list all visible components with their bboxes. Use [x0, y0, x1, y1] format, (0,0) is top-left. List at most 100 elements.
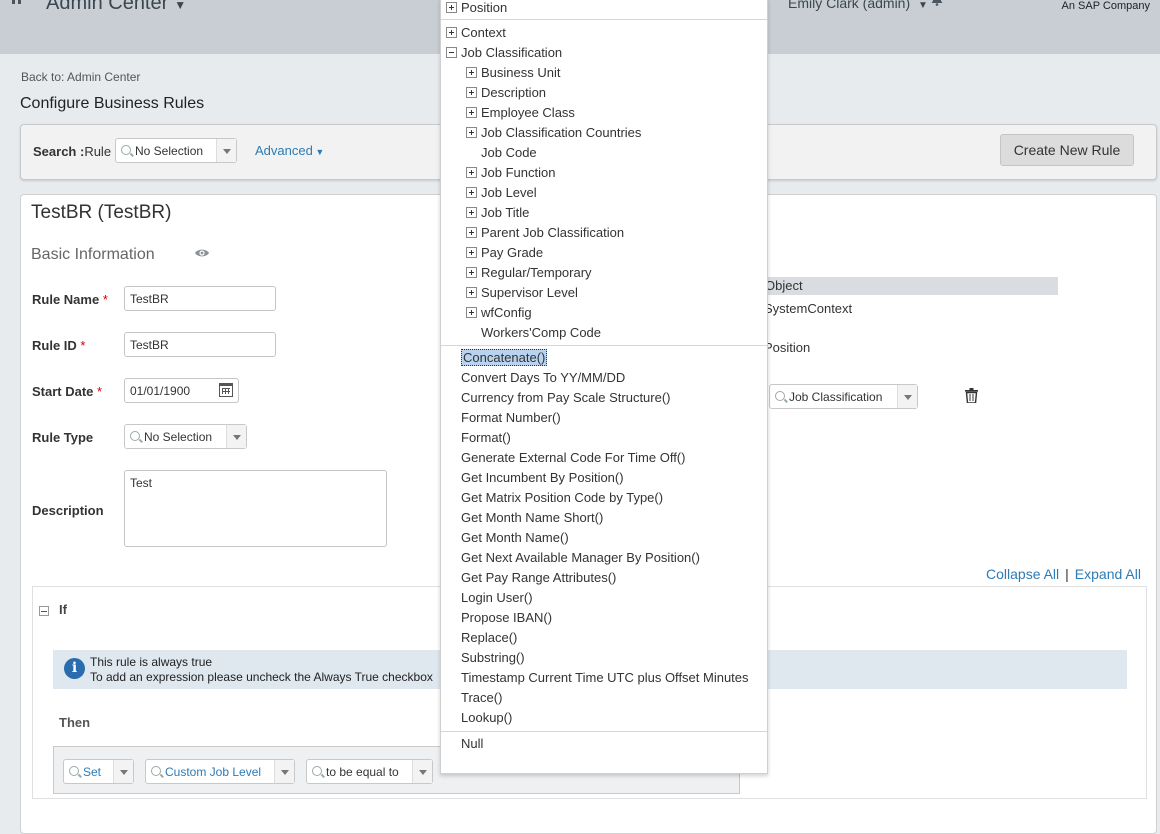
expand-icon[interactable]	[466, 207, 477, 218]
collapse-expand-links: Collapse All | Expand All	[986, 566, 1141, 582]
value-dropdown[interactable]: Position Context Job Classification Busi…	[440, 0, 768, 774]
rule-search-combo[interactable]: No Selection	[115, 138, 237, 163]
expand-icon[interactable]	[466, 247, 477, 258]
function-option[interactable]: Concatenate()	[461, 349, 548, 369]
bell-icon[interactable]	[930, 0, 944, 6]
rule-name-input[interactable]: TestBR	[124, 286, 276, 311]
expand-icon[interactable]	[466, 267, 477, 278]
expand-icon[interactable]	[466, 127, 477, 138]
expand-icon[interactable]	[466, 107, 477, 118]
function-option[interactable]: Generate External Code For Time Off()	[461, 449, 685, 469]
function-label: Get Incumbent By Position()	[461, 470, 624, 485]
chevron-down-icon[interactable]	[113, 760, 133, 783]
chevron-down-icon[interactable]	[216, 139, 236, 162]
tree-item-label: Business Unit	[481, 65, 561, 80]
link-separator: |	[1065, 566, 1069, 582]
expand-all-link[interactable]: Expand All	[1075, 566, 1141, 582]
advanced-link[interactable]: Advanced ▼	[255, 143, 324, 158]
expand-icon[interactable]	[466, 227, 477, 238]
function-option[interactable]: Login User()	[461, 589, 533, 609]
breadcrumb[interactable]: Back to: Admin Center	[21, 70, 140, 84]
create-new-rule-button[interactable]: Create New Rule	[1000, 134, 1134, 166]
function-label: Get Month Name Short()	[461, 510, 604, 525]
search-icon	[69, 766, 79, 776]
search-label: Search :Rule	[33, 144, 111, 159]
collapse-icon[interactable]	[39, 606, 49, 616]
required-mark: *	[80, 338, 86, 353]
info-line-2: To add an expression please uncheck the …	[90, 670, 433, 684]
function-option[interactable]: Trace()	[461, 689, 502, 709]
tree-item[interactable]: Job Title	[466, 204, 529, 224]
expand-icon[interactable]	[466, 167, 477, 178]
tree-item-job-classification[interactable]: Job Classification	[446, 44, 562, 64]
tree-item[interactable]: Workers'Comp Code	[466, 324, 601, 344]
expand-icon[interactable]	[446, 2, 457, 13]
expand-icon[interactable]	[466, 307, 477, 318]
tree-item-label: Job Level	[481, 185, 537, 200]
function-option[interactable]: Get Month Name()	[461, 529, 569, 549]
tree-item[interactable]: Regular/Temporary	[466, 264, 592, 284]
null-option[interactable]: Null	[461, 735, 483, 755]
chevron-down-icon[interactable]	[412, 760, 432, 783]
tree-item-position[interactable]: Position	[446, 0, 507, 19]
job-classification-combo[interactable]: Job Classification	[769, 384, 918, 409]
expand-icon[interactable]	[466, 187, 477, 198]
function-option[interactable]: Get Matrix Position Code by Type()	[461, 489, 663, 509]
tree-item-label: Job Function	[481, 165, 556, 180]
function-option[interactable]: Timestamp Current Time UTC plus Offset M…	[461, 669, 749, 689]
tree-item[interactable]: Job Function	[466, 164, 555, 184]
rule-search-value: No Selection	[135, 144, 204, 158]
expand-icon[interactable]	[466, 87, 477, 98]
tree-item[interactable]: Supervisor Level	[466, 284, 578, 304]
function-option[interactable]: Get Incumbent By Position()	[461, 469, 624, 489]
tree-item[interactable]: Employee Class	[466, 104, 575, 124]
chevron-down-icon[interactable]	[274, 760, 294, 783]
tree-item[interactable]: Job Classification Countries	[466, 124, 641, 144]
function-option[interactable]: Currency from Pay Scale Structure()	[461, 389, 671, 409]
function-option[interactable]: Get Next Available Manager By Position()	[461, 549, 700, 569]
user-menu[interactable]: Emily Clark (admin) ▼	[788, 0, 928, 11]
menu-icon[interactable]	[12, 0, 26, 6]
function-option[interactable]: Get Month Name Short()	[461, 509, 603, 529]
description-textarea[interactable]: Test	[124, 470, 387, 547]
expand-icon[interactable]	[466, 287, 477, 298]
function-option[interactable]: Lookup()	[461, 709, 512, 729]
eye-icon[interactable]	[194, 247, 210, 259]
expand-icon[interactable]	[466, 67, 477, 78]
expand-icon[interactable]	[446, 27, 457, 38]
collapse-all-link[interactable]: Collapse All	[986, 566, 1059, 582]
function-option[interactable]: Get Pay Range Attributes()	[461, 569, 616, 589]
chevron-down-icon[interactable]	[226, 425, 246, 448]
tree-item[interactable]: Parent Job Classification	[466, 224, 624, 244]
then-label: Then	[59, 715, 91, 730]
rule-type-combo[interactable]: No Selection	[124, 424, 247, 449]
chevron-down-icon[interactable]	[897, 385, 917, 408]
function-option[interactable]: Propose IBAN()	[461, 609, 552, 629]
tree-item[interactable]: Business Unit	[466, 64, 560, 84]
tree-item[interactable]: Job Code	[466, 144, 537, 164]
tree-item[interactable]: Description	[466, 84, 546, 104]
tree-item[interactable]: Pay Grade	[466, 244, 543, 264]
function-label: Convert Days To YY/MM/DD	[461, 370, 626, 385]
action-combo[interactable]: Set	[63, 759, 134, 784]
tree-item-context[interactable]: Context	[446, 24, 506, 44]
function-label: Lookup()	[461, 710, 513, 725]
function-option[interactable]: Format Number()	[461, 409, 561, 429]
calendar-icon[interactable]	[219, 383, 233, 397]
tree-item[interactable]: wfConfig	[466, 304, 532, 324]
operator-combo[interactable]: to be equal to	[306, 759, 433, 784]
function-option[interactable]: Format()	[461, 429, 511, 449]
tree-item-label: Job Classification	[461, 45, 563, 60]
collapse-icon[interactable]	[446, 47, 457, 58]
trash-icon[interactable]	[965, 388, 978, 403]
divider	[441, 345, 767, 346]
function-option[interactable]: Replace()	[461, 629, 517, 649]
start-date-input[interactable]: 01/01/1900	[124, 378, 239, 403]
function-option[interactable]: Substring()	[461, 649, 525, 669]
rule-id-input[interactable]: TestBR	[124, 332, 276, 357]
app-title[interactable]: Admin Center ▼	[46, 0, 186, 15]
tree-item[interactable]: Job Level	[466, 184, 537, 204]
target-field-combo[interactable]: Custom Job Level	[145, 759, 295, 784]
function-option[interactable]: Convert Days To YY/MM/DD	[461, 369, 625, 389]
tree-item-label: Workers'Comp Code	[481, 325, 602, 340]
